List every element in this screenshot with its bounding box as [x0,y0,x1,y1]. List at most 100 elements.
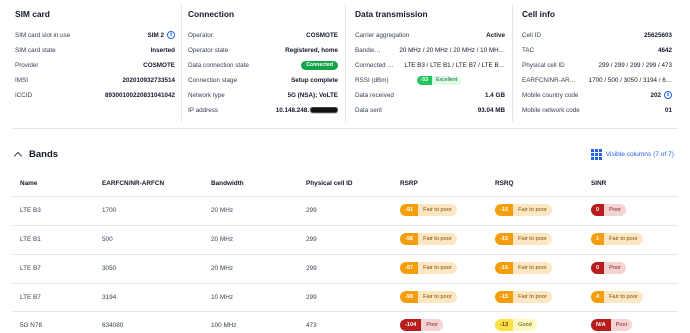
rsrq-quality: Fair to poor [513,204,552,216]
band-bandwidth: 20 MHz [211,265,234,272]
earfcn-value: 1700 / 500 / 3050 / 3194 / 6… [588,76,672,84]
divider [512,4,513,122]
operator-state-label: Operator state [188,46,229,54]
rsrp-value: -91 [400,204,419,216]
info-icon[interactable]: i [167,31,175,39]
visible-columns-button[interactable]: Visible columns (7 of 7) [590,149,674,160]
rssi-quality: Excellent [432,75,462,85]
sinr-quality: Poor [610,319,633,331]
operator-value: COSMOTE [306,31,338,39]
data-received-row: Data received 1.4 GB [355,89,505,101]
mnc-label: Mobile network code [522,106,580,114]
band-bandwidth: 20 MHz [211,207,234,214]
band-name: 5G N78 [20,322,43,329]
band-earfcn: 1700 [102,207,117,214]
rsrp-quality: Fair to poor [418,291,457,303]
connection-stage-label: Connection stage [188,76,238,84]
sim-slot-row: SIM card slot in use SIM 2 i [15,29,175,41]
column-header-rsrp[interactable]: RSRP [400,180,418,187]
sim-state-row: SIM card state Inserted [15,44,175,56]
band-name: LTE B1 [20,236,41,243]
table-row: LTE B1 500 20 MHz 299 -96 Fair to poor -1… [12,225,678,254]
connection-title: Connection [188,9,235,19]
rssi-row: RSSI (dBm) -53 Excellent [355,74,505,86]
provider-row: Provider COSMOTE [15,59,175,71]
table-row: LTE B7 3194 10 MHz 299 -98 Fair to poor -… [12,283,678,312]
rsrq-value: -16 [495,262,514,274]
data-sent-row: Data sent 93.04 MB [355,104,505,116]
operator-state-row: Operator state Registered, home [188,44,338,56]
bands-header[interactable]: Bands [12,146,58,162]
column-header-sinr[interactable]: SINR [591,180,606,187]
grid-icon [590,149,602,160]
connected-bands-value: LTE B3 / LTE B1 / LTE B7 / LTE B… [404,61,505,69]
sinr-value: 1 [591,233,605,245]
sinr-quality: Poor [604,204,626,216]
column-header-bandwidth[interactable]: Bandwidth [211,180,244,187]
network-type-label: Network type [188,91,225,99]
visible-columns-label: Visible columns (7 of 7) [605,151,674,158]
tac-label: TAC [522,46,535,54]
band-earfcn: 3194 [102,294,117,301]
divider [345,4,346,122]
mnc-value: 01 [664,106,672,114]
rsrp-value: -98 [400,291,419,303]
sinr-value: 0 [591,262,605,274]
info-icon[interactable]: i [664,91,672,99]
connected-bands-row: Connected … LTE B3 / LTE B1 / LTE B7 / L… [355,59,505,71]
column-header-earfcn[interactable]: EARFCN/NR-ARFCN [102,180,164,187]
iccid-row: ICCID 89300100220831041042 [15,89,175,101]
tac-row: TAC 4642 [522,44,672,56]
physical-cell-id-label: Physical cell ID [522,61,565,69]
band-bandwidth: 10 MHz [211,294,234,301]
connection-stage-value: Setup complete [291,76,338,84]
rsrq-badge: -13 Good [495,319,537,331]
rsrp-value: -104 [400,319,422,331]
redaction-mark [310,107,338,113]
carrier-aggregation-label: Carrier aggregation [355,31,410,39]
cell-id-label: Cell ID [522,31,541,39]
rsrq-badge: -15 Fair to poor [495,291,552,303]
sinr-badge: 0 Poor [591,204,626,216]
column-header-name[interactable]: Name [20,180,37,187]
divider [181,4,182,122]
rsrq-quality: Fair to poor [513,291,552,303]
band-pci: 473 [306,322,317,329]
bands-title: Bands [29,148,59,160]
band-bandwidth: 100 MHz [211,322,237,329]
chevron-up-icon[interactable] [13,151,23,160]
provider-label: Provider [15,61,39,69]
bands-table-header: Name EARFCN/NR-ARFCN Bandwidth Physical … [12,176,678,192]
sinr-quality: Fair to poor [604,233,643,245]
rsrp-badge: -98 Fair to poor [400,291,457,303]
rsrp-quality: Poor [421,319,444,331]
sim-slot-value-wrap: SIM 2 i [148,31,175,39]
earfcn-label: EARFCN/NR-AR… [522,76,576,84]
band-pci: 299 [306,265,317,272]
data-connection-value-wrap: Connected [301,60,338,70]
band-name: LTE B3 [20,207,41,214]
rsrq-quality: Good [513,319,537,331]
imsi-value: 202010932733514 [122,76,175,84]
rssi-value: -53 [416,75,433,85]
iccid-value: 89300100220831041042 [104,91,175,99]
imsi-row: IMSI 202010932733514 [15,74,175,86]
table-row: LTE B3 1700 20 MHz 299 -91 Fair to poor -… [12,196,678,225]
iccid-label: ICCID [15,91,33,99]
ip-address-label: IP address [188,106,218,114]
band-pci: 299 [306,236,317,243]
table-row: LTE B7 3050 20 MHz 299 -97 Fair to poor -… [12,254,678,283]
sinr-quality: Fair to poor [604,291,643,303]
column-header-physical-cell-id[interactable]: Physical cell ID [306,180,353,187]
carrier-aggregation-row: Carrier aggregation Active [355,29,505,41]
connection-panel: Connection Operator COSMOTE Operator sta… [188,0,338,124]
band-earfcn: 500 [102,236,113,243]
rsrq-badge: -15 Fair to poor [495,233,552,245]
column-header-rsrq[interactable]: RSRQ [495,180,513,187]
earfcn-row: EARFCN/NR-AR… 1700 / 500 / 3050 / 3194 /… [522,74,672,86]
rsrq-value: -15 [495,291,514,303]
rsrp-quality: Fair to poor [418,233,457,245]
rsrq-value: -15 [495,233,514,245]
connection-stage-row: Connection stage Setup complete [188,74,338,86]
sinr-value: 4 [591,291,605,303]
